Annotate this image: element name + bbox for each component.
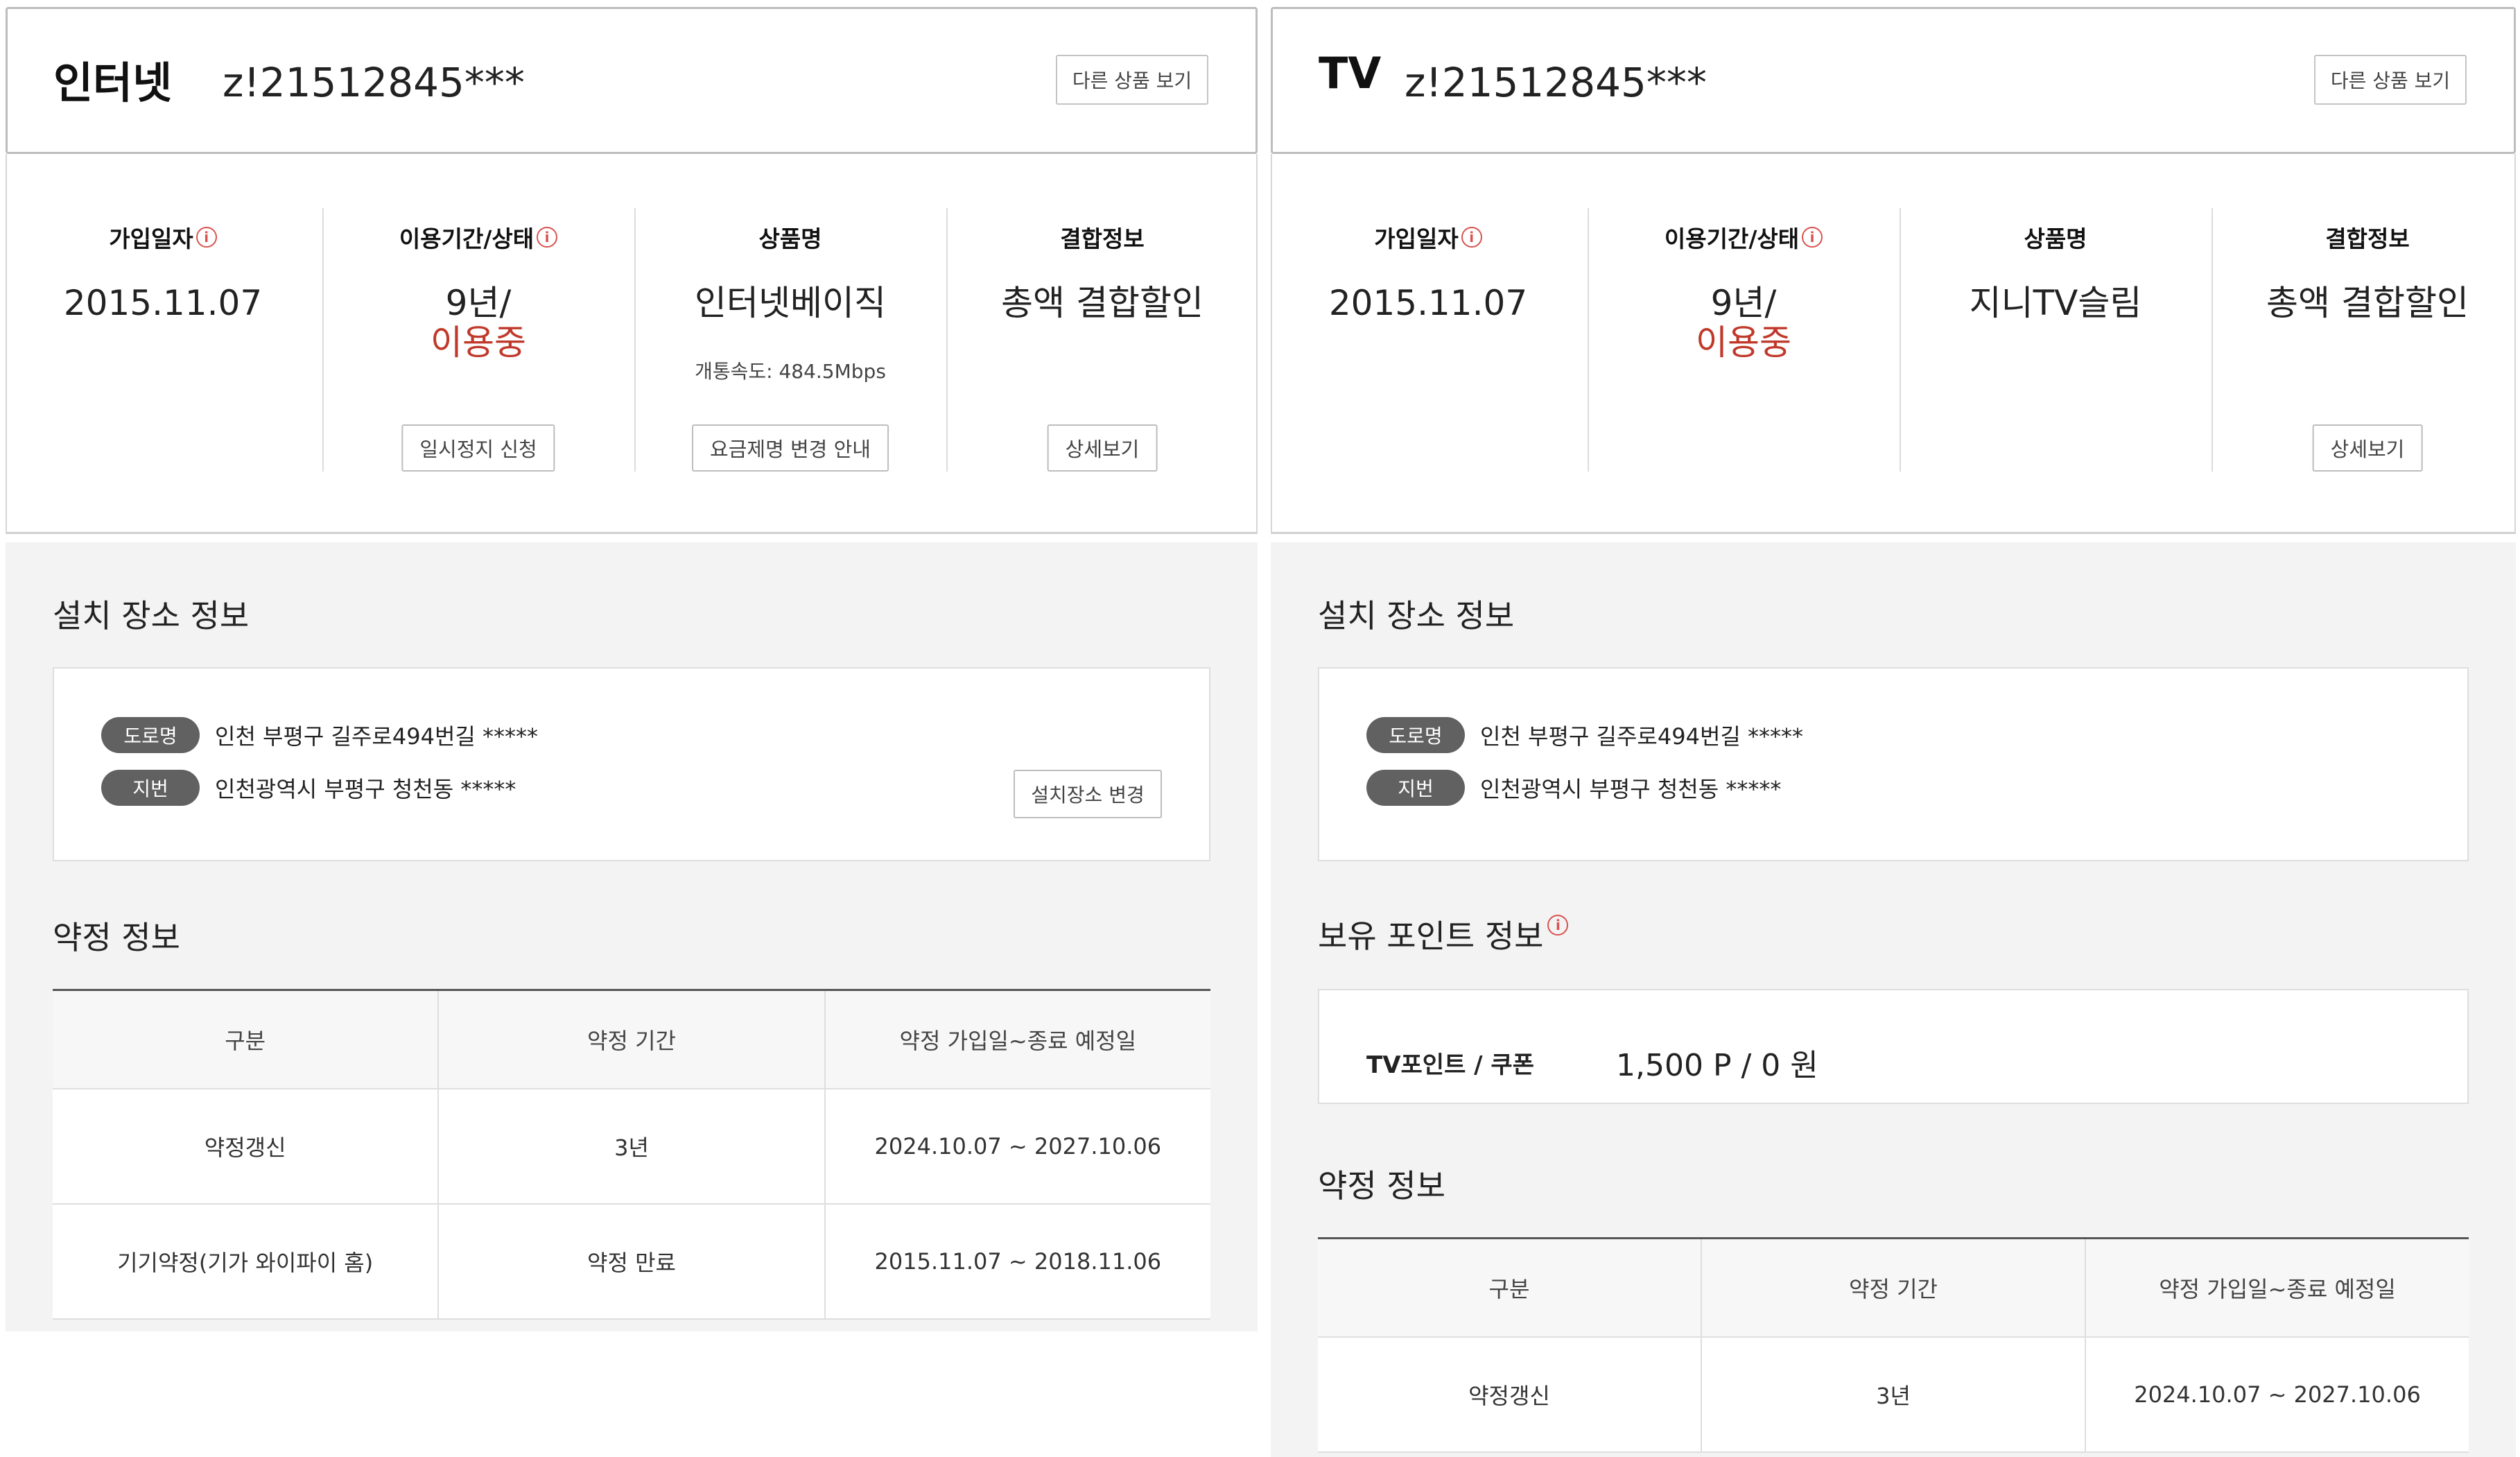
cell-dates: 2024.10.07 ~ 2027.10.06 [2085,1338,2469,1451]
product-name-label: 상품명 [2024,225,2087,252]
table-row: 약정갱신 3년 2024.10.07 ~ 2027.10.06 [53,1089,1210,1205]
lot-address-row: 지번 인천광역시 부평구 청천동 ***** [1366,770,1781,806]
lot-address-text: 인천광역시 부평구 청천동 ***** [215,776,516,802]
join-date-value: 2015.11.07 [63,283,263,323]
product-name-value: 지니TV슬림 [1969,283,2142,323]
tv-account-id: z!21512845*** [1405,59,1707,106]
header-dates: 약정 가입일~종료 예정일 [2085,1239,2469,1336]
lot-address-tag: 지번 [101,770,200,806]
period-status-column: 이용기간/상태 i 9년/ 이용중 [1588,208,1900,472]
internet-header: 인터넷 z!21512845*** 다른 상품 보기 [6,7,1258,154]
status-value: 이용중 [1696,322,1791,363]
join-date-label: 가입일자 [1374,225,1459,252]
contract-info-title: 약정 정보 [53,919,180,956]
tv-other-products-button[interactable]: 다른 상품 보기 [2314,55,2467,105]
product-name-column: 상품명 인터넷베이직 개통속도: 484.5Mbps 요금제명 변경 안내 [634,208,946,472]
points-info-title: 보유 포인트 정보 i [1318,911,1569,957]
contract-table-header: 구분 약정 기간 약정 가입일~종료 예정일 [1318,1239,2469,1338]
period-status-label: 이용기간/상태 [399,225,535,252]
table-row: 기기약정(기가 와이파이 홈) 약정 만료 2015.11.07 ~ 2018.… [53,1205,1210,1320]
combo-detail-button[interactable]: 상세보기 [1047,424,1158,472]
speed-text: 개통속도: 484.5Mbps [695,360,886,383]
lot-address-text: 인천광역시 부평구 청천동 ***** [1480,776,1782,802]
install-location-title: 설치 장소 정보 [53,597,250,635]
install-location-title: 설치 장소 정보 [1318,597,1515,635]
cell-category: 약정갱신 [1468,1383,1550,1409]
join-date-column: 가입일자 i 2015.11.07 [7,208,319,472]
combo-info-column: 결합정보 총액 결합할인 상세보기 [946,208,1258,472]
install-location-box: 도로명 인천 부평구 길주로494번길 ***** 지번 인천광역시 부평구 청… [1318,667,2469,861]
road-address-text: 인천 부평구 길주로494번길 ***** [215,723,538,750]
contract-table: 구분 약정 기간 약정 가입일~종료 예정일 약정갱신 3년 2024.10.0… [1318,1237,2469,1453]
contract-table: 구분 약정 기간 약정 가입일~종료 예정일 약정갱신 3년 2024.10.0… [53,989,1210,1320]
period-status-label: 이용기간/상태 [1664,225,1800,252]
period-status-column: 이용기간/상태 i 9년/ 이용중 일시정지 신청 [322,208,634,472]
combo-detail-button[interactable]: 상세보기 [2312,424,2423,472]
info-circle-icon[interactable]: i [1802,227,1823,248]
join-date-value: 2015.11.07 [1328,283,1528,323]
plan-change-guide-button[interactable]: 요금제명 변경 안내 [692,424,889,472]
combo-info-value: 총액 결합할인 [2266,283,2469,323]
install-location-change-button[interactable]: 설치장소 변경 [1014,770,1162,818]
header-category: 구분 [225,1028,266,1054]
combo-info-column: 결합정보 총액 결합할인 상세보기 [2211,208,2520,472]
internet-product-title: 인터넷 [53,58,173,108]
header-period: 약정 기간 [1701,1239,2085,1336]
road-address-tag: 도로명 [1366,717,1465,753]
points-box: TV포인트 / 쿠폰 1,500 P / 0 원 [1318,989,2469,1104]
product-name-column: 상품명 지니TV슬림 [1900,208,2211,472]
lot-address-row: 지번 인천광역시 부평구 청천동 ***** [101,770,516,806]
road-address-row: 도로명 인천 부평구 길주로494번길 ***** [1366,717,1803,753]
cell-dates: 2015.11.07 ~ 2018.11.06 [824,1205,1210,1318]
tv-points-label: TV포인트 / 쿠폰 [1366,1051,1534,1079]
road-address-row: 도로명 인천 부평구 길주로494번길 ***** [101,717,538,753]
info-circle-icon[interactable]: i [1461,227,1482,248]
internet-account-id: z!21512845*** [223,59,525,106]
info-circle-icon[interactable]: i [1547,915,1569,936]
cell-dates: 2024.10.07 ~ 2027.10.06 [824,1089,1210,1203]
join-date-column: 가입일자 i 2015.11.07 [1272,208,1584,472]
tv-details: 설치 장소 정보 도로명 인천 부평구 길주로494번길 ***** 지번 인천… [1271,542,2516,1457]
cell-period: 약정 만료 [437,1205,824,1318]
internet-other-products-button[interactable]: 다른 상품 보기 [1056,55,1208,105]
contract-info-title: 약정 정보 [1318,1167,1445,1205]
info-circle-icon[interactable]: i [195,227,217,248]
cell-period: 3년 [1701,1338,2085,1451]
contract-table-header: 구분 약정 기간 약정 가입일~종료 예정일 [53,991,1210,1089]
internet-details: 설치 장소 정보 도로명 인천 부평구 길주로494번길 ***** 지번 인천… [6,542,1258,1331]
period-value: 9년/ [1710,283,1777,323]
header-period: 약정 기간 [437,991,824,1088]
tv-panel: TV z!21512845*** 다른 상품 보기 가입일자 i 2015.11.… [1265,0,2520,1457]
internet-summary: 가입일자 i 2015.11.07 이용기간/상태 i 9년/ 이용중 일시정지 신… [6,154,1258,534]
road-address-text: 인천 부평구 길주로494번길 ***** [1480,723,1803,750]
combo-info-label: 결합정보 [1060,225,1145,252]
tv-points-value: 1,500 P / 0 원 [1616,1048,1818,1083]
points-row: TV포인트 / 쿠폰 1,500 P / 0 원 [1366,1040,1818,1085]
points-info-title-text: 보유 포인트 정보 [1318,917,1544,955]
status-value: 이용중 [431,322,526,363]
internet-panel: 인터넷 z!21512845*** 다른 상품 보기 가입일자 i 2015.11… [0,0,1262,1331]
join-date-label: 가입일자 [109,225,193,252]
header-category: 구분 [1488,1276,1530,1302]
lot-address-tag: 지번 [1366,770,1465,806]
tv-header: TV z!21512845*** 다른 상품 보기 [1271,7,2516,154]
cell-period: 3년 [437,1089,824,1203]
pause-request-button[interactable]: 일시정지 신청 [401,424,555,472]
cell-category: 약정갱신 [204,1135,286,1161]
road-address-tag: 도로명 [101,717,200,753]
header-dates: 약정 가입일~종료 예정일 [824,991,1210,1088]
install-location-box: 도로명 인천 부평구 길주로494번길 ***** 지번 인천광역시 부평구 청… [53,667,1210,861]
table-row: 약정갱신 3년 2024.10.07 ~ 2027.10.06 [1318,1338,2469,1453]
tv-summary: 가입일자 i 2015.11.07 이용기간/상태 i 9년/ 이용중 상품명 지니… [1271,154,2516,534]
period-value: 9년/ [445,283,512,323]
combo-info-label: 결합정보 [2325,225,2410,252]
cell-category: 기기약정(기가 와이파이 홈) [117,1250,374,1276]
product-name-label: 상품명 [758,225,822,252]
tv-product-title: TV [1319,48,1382,98]
product-name-value: 인터넷베이직 [695,283,886,323]
info-circle-icon[interactable]: i [537,227,558,248]
combo-info-value: 총액 결합할인 [1001,283,1203,323]
